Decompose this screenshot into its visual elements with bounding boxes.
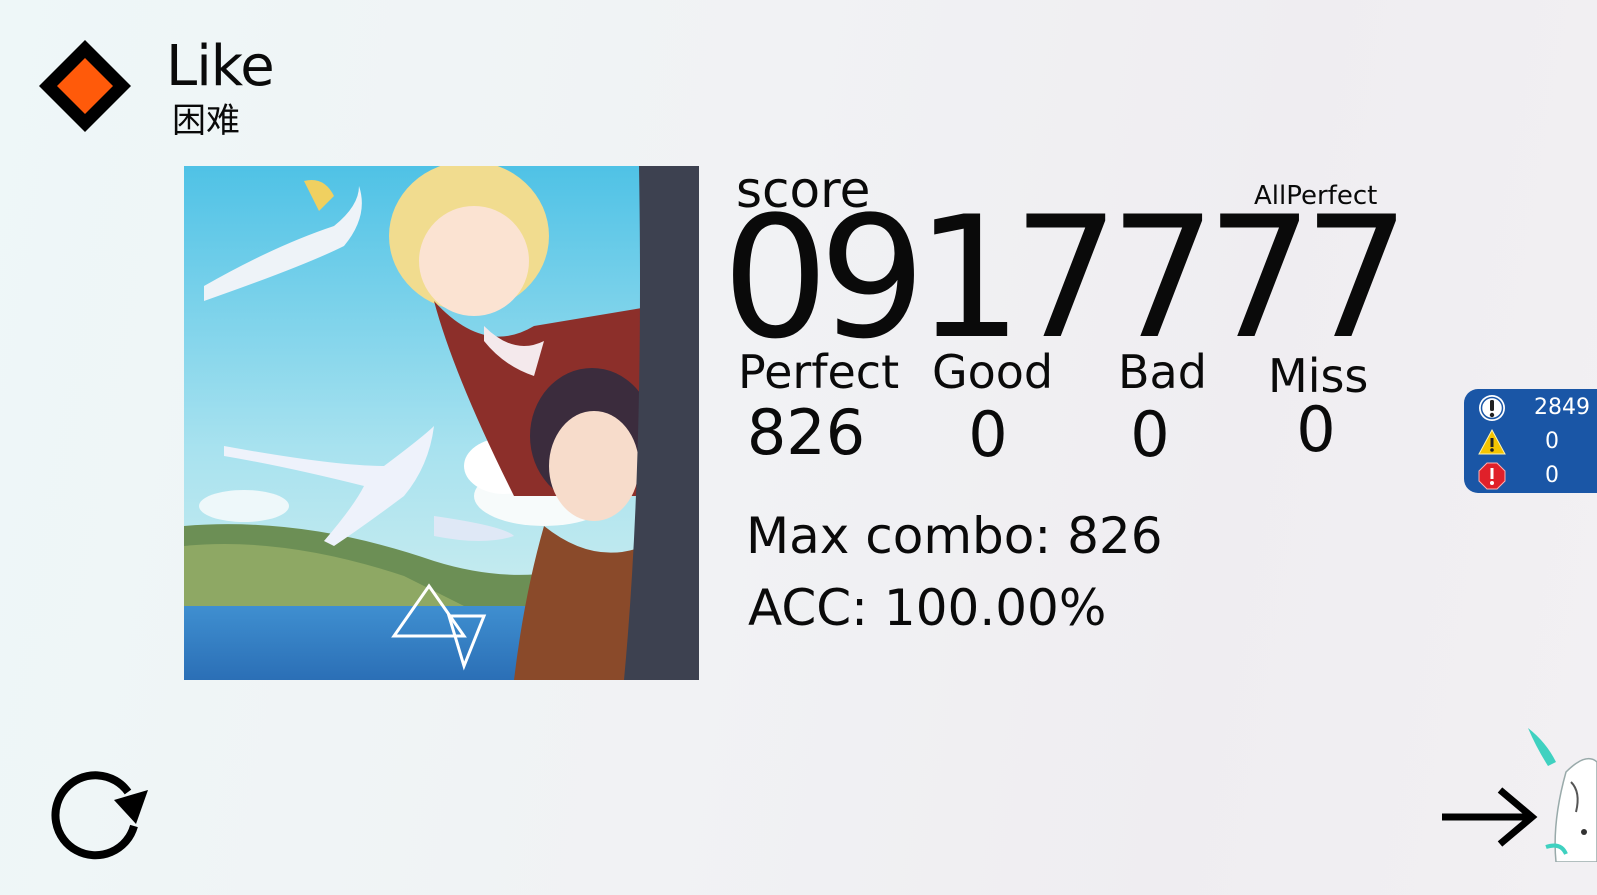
side-error-value: 0 (1545, 463, 1559, 488)
good-count: 0 (968, 398, 1008, 471)
side-row-info: 2849 (1464, 391, 1597, 425)
song-cover-art (184, 166, 699, 680)
mascot-character (1528, 728, 1597, 862)
side-stats-panel[interactable]: 2849 0 0 (1464, 389, 1597, 493)
score-value: 0917777 (722, 180, 1410, 376)
accuracy-text: ACC: 100.00% (748, 579, 1107, 637)
retry-arrow-icon (51, 771, 148, 860)
side-warning-value: 0 (1545, 429, 1559, 454)
miss-count: 0 (1296, 393, 1336, 466)
song-title: Like (166, 34, 275, 99)
info-circle-icon (1479, 395, 1505, 421)
side-info-value: 2849 (1534, 395, 1590, 420)
difficulty-label: 困难 (172, 101, 240, 141)
perfect-count: 826 (746, 396, 866, 469)
perfect-label: Perfect (738, 345, 900, 399)
warning-triangle-icon (1478, 428, 1506, 455)
arrow-right-icon (1442, 787, 1538, 847)
retry-button[interactable] (44, 764, 152, 860)
error-octagon-icon (1478, 462, 1506, 490)
good-label: Good (932, 345, 1054, 399)
next-button[interactable] (1440, 786, 1538, 848)
side-row-error: 0 (1464, 459, 1597, 493)
max-combo-text: Max combo: 826 (746, 507, 1163, 565)
bad-count: 0 (1130, 398, 1170, 471)
difficulty-diamond-icon (39, 40, 131, 132)
side-row-warning: 0 (1464, 425, 1597, 459)
bad-label: Bad (1118, 345, 1207, 399)
